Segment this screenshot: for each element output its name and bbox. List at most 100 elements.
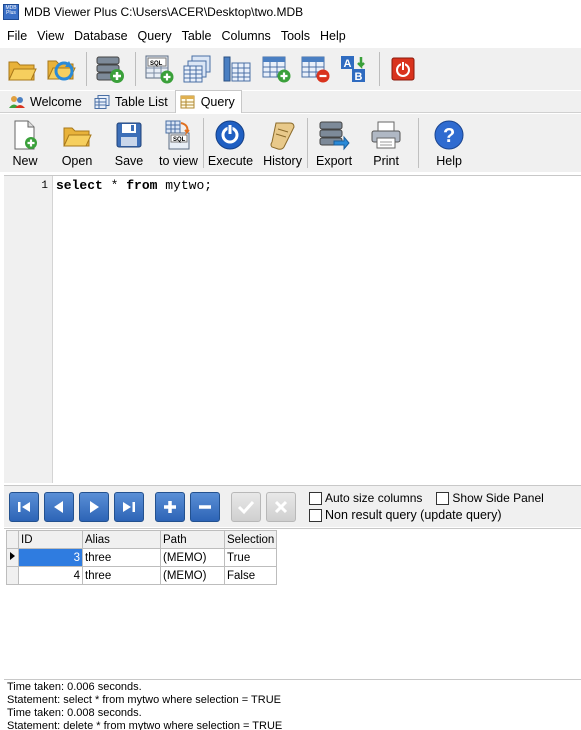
add-table-button[interactable]	[258, 51, 294, 87]
toolbar-separator	[418, 118, 420, 168]
open-folder-icon	[63, 127, 92, 147]
help-icon: ?	[434, 120, 464, 150]
next-record-button[interactable]	[79, 491, 109, 522]
menu-view[interactable]: View	[32, 29, 69, 43]
menu-query[interactable]: Query	[133, 29, 177, 43]
next-icon	[90, 500, 99, 513]
plus-icon	[164, 500, 176, 513]
tab-label: Welcome	[30, 95, 82, 109]
post-edit-button[interactable]	[231, 491, 261, 522]
record-navigator: Auto size columns Show Side Panel Non re…	[4, 485, 581, 527]
menu-columns[interactable]: Columns	[216, 29, 275, 43]
checkmark-icon	[237, 500, 255, 514]
button-label: Export	[315, 154, 353, 168]
auto-size-columns-checkbox[interactable]	[309, 491, 322, 505]
save-query-button[interactable]: Save	[111, 114, 147, 172]
add-database-button[interactable]	[92, 51, 128, 87]
log-line: Time taken: 0.006 seconds.	[7, 681, 142, 693]
log-line: Statement: delete * from mytwo where sel…	[7, 720, 283, 730]
print-button[interactable]: Print	[368, 114, 404, 172]
sort-button[interactable]: AB	[336, 51, 372, 87]
toolbar-separator	[306, 118, 308, 168]
open-database-button[interactable]	[4, 51, 40, 87]
cell-id[interactable]: 4	[18, 566, 83, 585]
minus-icon	[199, 504, 211, 509]
last-record-button[interactable]	[114, 491, 144, 522]
column-header-id[interactable]: ID	[18, 530, 83, 549]
cell-alias[interactable]: three	[82, 566, 161, 585]
sort-ab-icon: AB	[341, 56, 365, 83]
open-folder-icon	[8, 61, 37, 81]
first-record-button[interactable]	[9, 491, 39, 522]
row-indicator-header	[6, 530, 19, 549]
menu-help[interactable]: Help	[315, 29, 351, 43]
toolbar-separator	[86, 52, 87, 86]
auto-size-columns-label: Auto size columns	[325, 491, 423, 505]
svg-text:SQL: SQL	[173, 137, 186, 143]
people-icon	[9, 96, 25, 108]
toolbar-separator	[202, 118, 204, 168]
prior-record-button[interactable]	[44, 491, 74, 522]
delete-record-button[interactable]	[190, 491, 220, 522]
floppy-disk-icon	[116, 122, 142, 148]
tab-label: Query	[200, 95, 235, 109]
menu-tools[interactable]: Tools	[276, 29, 315, 43]
menu-file[interactable]: File	[2, 29, 32, 43]
cell-path[interactable]: (MEMO)	[160, 548, 225, 567]
query-log[interactable]: Time taken: 0.006 seconds. Statement: se…	[4, 679, 581, 730]
non-result-query-checkbox[interactable]	[309, 508, 322, 522]
history-scroll-icon	[270, 122, 295, 150]
column-header-selection[interactable]: Selection	[223, 530, 278, 549]
new-query-button[interactable]: New	[7, 114, 43, 172]
cancel-edit-button[interactable]	[266, 491, 296, 522]
table-list-icon	[94, 95, 110, 109]
export-icon	[319, 121, 350, 151]
sql-table-name: mytwo;	[157, 178, 213, 193]
help-button[interactable]: ? Help	[431, 114, 467, 172]
insert-record-button[interactable]	[155, 491, 185, 522]
cell-alias[interactable]: three	[82, 548, 161, 567]
cross-icon	[274, 500, 288, 513]
column-header-path[interactable]: Path	[160, 530, 225, 549]
log-line: Time taken: 0.008 seconds.	[7, 707, 142, 719]
grid-header-row: ID Alias Path Selection	[6, 530, 278, 549]
cell-selection[interactable]: True	[223, 548, 278, 567]
menu-database[interactable]: Database	[69, 29, 133, 43]
add-table-icon	[262, 56, 291, 83]
row-indicator	[6, 548, 19, 567]
show-side-panel-checkbox[interactable]	[436, 491, 450, 505]
prior-icon	[54, 500, 63, 513]
sql-query-button[interactable]: SQL	[141, 51, 177, 87]
export-button[interactable]: Export	[316, 114, 352, 172]
sql-keyword-from: from	[126, 178, 158, 193]
sql-to-view-button[interactable]: SQL to view	[159, 114, 198, 172]
remove-table-button[interactable]	[297, 51, 333, 87]
open-query-button[interactable]: Open	[59, 114, 95, 172]
cell-path[interactable]: (MEMO)	[160, 566, 225, 585]
show-side-panel-label: Show Side Panel	[452, 491, 544, 505]
refresh-database-button[interactable]	[43, 51, 79, 87]
history-button[interactable]: History	[263, 114, 302, 172]
cell-selection[interactable]: False	[223, 566, 278, 585]
tables-button[interactable]	[180, 51, 216, 87]
line-number: 1	[41, 180, 48, 192]
svg-text:A: A	[344, 58, 352, 70]
tab-query[interactable]: Query	[174, 90, 242, 113]
toolbar-separator	[135, 52, 136, 86]
menu-table[interactable]: Table	[177, 29, 217, 43]
window-title: MDB Viewer Plus C:\Users\ACER\Desktop\tw…	[24, 5, 304, 19]
sql-editor[interactable]: 1 select * from mytwo;	[4, 175, 581, 483]
tab-table-list[interactable]: Table List	[89, 91, 175, 112]
sql-keyword-select: select	[56, 178, 103, 193]
document-tabs: Welcome Table List Query	[0, 90, 581, 113]
table-row[interactable]: 4 three (MEMO) False	[6, 566, 278, 585]
execute-button[interactable]: Execute	[208, 114, 253, 172]
button-label: Save	[114, 154, 144, 168]
table-columns-button[interactable]	[219, 51, 255, 87]
column-header-alias[interactable]: Alias	[82, 530, 161, 549]
table-row[interactable]: 3 three (MEMO) True	[6, 548, 278, 567]
cell-id[interactable]: 3	[18, 548, 83, 567]
tab-welcome[interactable]: Welcome	[4, 91, 89, 112]
sql-code-line[interactable]: select * from mytwo;	[53, 176, 212, 483]
exit-button[interactable]	[385, 51, 421, 87]
